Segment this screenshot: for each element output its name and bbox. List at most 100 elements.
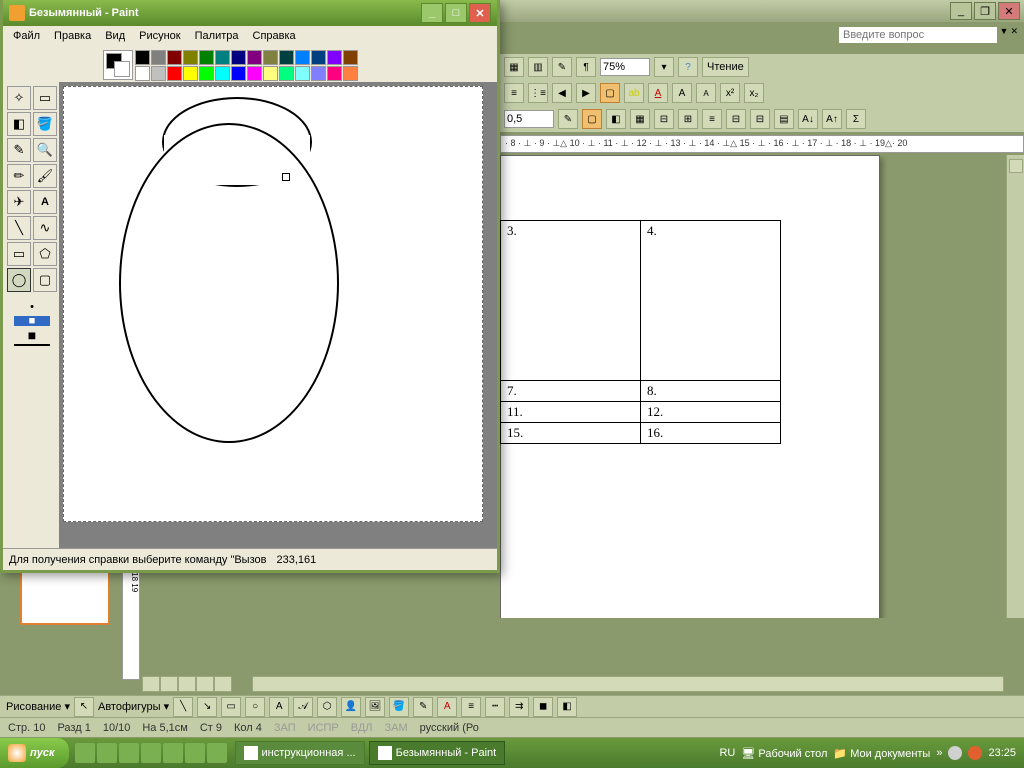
paragraph-icon[interactable]: ¶	[576, 57, 596, 77]
magnifier-tool[interactable]: 🔍	[33, 138, 57, 162]
diagram-icon[interactable]: ⬡	[317, 697, 337, 717]
autoformat-icon[interactable]: ▤	[774, 109, 794, 129]
align-icon[interactable]: ≡	[702, 109, 722, 129]
rectangle-tool[interactable]: ▭	[7, 242, 31, 266]
cell-16[interactable]: 16.	[641, 423, 781, 444]
horizontal-scrollbar[interactable]	[252, 676, 1004, 692]
picture-icon[interactable]: 🖼	[365, 697, 385, 717]
word-table[interactable]: 3.4. 7.8. 11.12. 15.16.	[500, 220, 781, 444]
arrow-icon[interactable]: ↘	[197, 697, 217, 717]
start-button[interactable]: пуск	[0, 738, 69, 768]
menu-help[interactable]: Справка	[247, 28, 302, 44]
app-icon-1[interactable]	[141, 743, 161, 763]
clock[interactable]: 23:25	[988, 747, 1016, 759]
drawing-menu[interactable]: Рисование ▾	[6, 700, 70, 713]
menu-image[interactable]: Рисунок	[133, 28, 187, 44]
menu-edit[interactable]: Правка	[48, 28, 97, 44]
normal-view[interactable]	[142, 676, 160, 692]
palette-color[interactable]	[215, 66, 230, 81]
split-icon[interactable]: ⊞	[678, 109, 698, 129]
app-icon-2[interactable]	[163, 743, 183, 763]
palette-color[interactable]	[263, 66, 278, 81]
rounded-rect-tool[interactable]: ▢	[33, 268, 57, 292]
palette-color[interactable]	[135, 66, 150, 81]
font-color-icon[interactable]: A	[648, 83, 668, 103]
arrow-style-icon[interactable]: ⇉	[509, 697, 529, 717]
grow-font-icon[interactable]: A	[672, 83, 692, 103]
shadow-icon[interactable]: ◼	[533, 697, 553, 717]
oval-icon[interactable]: ○	[245, 697, 265, 717]
shrink-font-icon[interactable]: A	[696, 83, 716, 103]
resize-handle[interactable]	[282, 173, 290, 181]
scroll-up-icon[interactable]	[1009, 159, 1023, 173]
columns-icon[interactable]: ▥	[528, 57, 548, 77]
menu-file[interactable]: Файл	[7, 28, 46, 44]
cell-7[interactable]: 7.	[501, 381, 641, 402]
taskbar-item[interactable]: Безымянный - Paint	[369, 741, 506, 765]
cell-12[interactable]: 12.	[641, 402, 781, 423]
outline-view[interactable]	[196, 676, 214, 692]
highlight-icon[interactable]: ab	[624, 83, 644, 103]
size-2[interactable]: ■	[14, 316, 50, 326]
current-colors[interactable]	[103, 50, 133, 80]
size-1[interactable]: •	[14, 302, 50, 312]
palette-color[interactable]	[231, 66, 246, 81]
indent-dec-icon[interactable]: ◀	[552, 83, 572, 103]
numbering-icon[interactable]: ⋮≡	[528, 83, 548, 103]
sort-asc-icon[interactable]: A↓	[798, 109, 818, 129]
question-dropdown[interactable]: ▼	[1000, 26, 1009, 37]
cell-3[interactable]: 3.	[501, 221, 641, 381]
zoom-input[interactable]	[600, 58, 650, 76]
eraser-tool[interactable]: ◧	[7, 112, 31, 136]
lang-indicator[interactable]: RU	[719, 747, 735, 759]
size-3[interactable]: ■	[14, 330, 50, 340]
autosum-icon[interactable]: Σ	[846, 109, 866, 129]
reading-mode[interactable]: Чтение	[702, 57, 749, 77]
select-objects-icon[interactable]: ↖	[74, 697, 94, 717]
palette-color[interactable]	[295, 50, 310, 65]
fill-tool[interactable]: 🪣	[33, 112, 57, 136]
palette-color[interactable]	[183, 66, 198, 81]
ellipse-tool[interactable]: ◯	[7, 268, 31, 292]
insert-table-icon[interactable]: ▦	[630, 109, 650, 129]
palette-color[interactable]	[199, 66, 214, 81]
palette-color[interactable]	[343, 66, 358, 81]
picker-tool[interactable]: ✎	[7, 138, 31, 162]
print-view[interactable]	[178, 676, 196, 692]
rectangle-icon[interactable]: ▭	[221, 697, 241, 717]
taskbar-item[interactable]: инструкционная ...	[235, 741, 365, 765]
palette-color[interactable]	[327, 50, 342, 65]
menu-palette[interactable]: Палитра	[189, 28, 245, 44]
brush-tool[interactable]: 🖌	[33, 164, 57, 188]
desktop-icon[interactable]	[119, 743, 139, 763]
word-restore[interactable]: ❐	[974, 2, 996, 20]
distribute-rows-icon[interactable]: ⊟	[726, 109, 746, 129]
airbrush-tool[interactable]: ✈	[7, 190, 31, 214]
palette-color[interactable]	[199, 50, 214, 65]
text-tool[interactable]: A	[33, 190, 57, 214]
palette-color[interactable]	[151, 50, 166, 65]
dash-style-icon[interactable]: ┅	[485, 697, 505, 717]
word-ruler[interactable]: · 8 · ⊥ · 9 · ⊥△ 10 · ⊥ · 11 · ⊥ · 12 · …	[500, 135, 1024, 153]
paint-minimize[interactable]: _	[421, 3, 443, 23]
tables-icon[interactable]: ▦	[504, 57, 524, 77]
line-color-icon[interactable]: ✎	[413, 697, 433, 717]
tray-expand[interactable]: »	[936, 747, 942, 759]
palette-color[interactable]	[167, 66, 182, 81]
line-tool[interactable]: ╲	[7, 216, 31, 240]
palette-color[interactable]	[343, 50, 358, 65]
zoom-dropdown[interactable]: ▾	[654, 57, 674, 77]
paint-canvas[interactable]	[63, 86, 483, 522]
help-icon[interactable]: ?	[678, 57, 698, 77]
palette-color[interactable]	[295, 66, 310, 81]
app-icon-4[interactable]	[207, 743, 227, 763]
palette-color[interactable]	[183, 50, 198, 65]
reading-view[interactable]	[214, 676, 232, 692]
wordart-icon[interactable]: 𝒜	[293, 697, 313, 717]
media-icon[interactable]	[97, 743, 117, 763]
word-scrollbar[interactable]	[1006, 155, 1024, 618]
line-icon[interactable]: ╲	[173, 697, 193, 717]
border-style-icon[interactable]: ▢	[582, 109, 602, 129]
palette-color[interactable]	[247, 66, 262, 81]
cell-11[interactable]: 11.	[501, 402, 641, 423]
